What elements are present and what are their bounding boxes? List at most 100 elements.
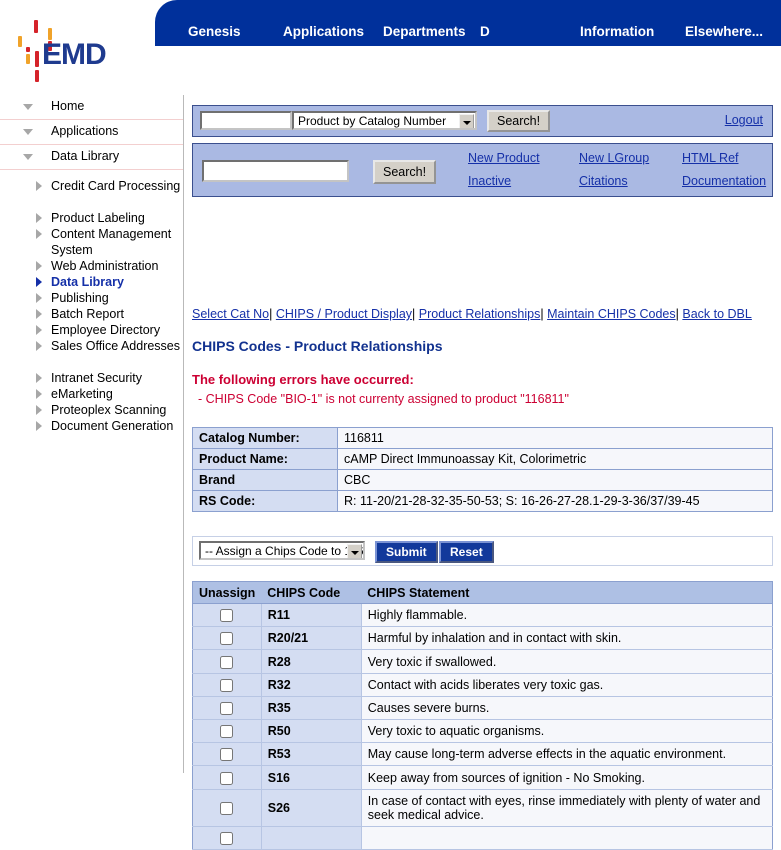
breadcrumb-link-back-to-dbl[interactable]: Back to DBL [682, 307, 751, 321]
emd-logo: EMD [14, 14, 124, 82]
search-input-primary[interactable] [200, 111, 292, 130]
breadcrumb-link-maintain-chips-codes[interactable]: Maintain CHIPS Codes [547, 307, 676, 321]
chevron-right-icon [36, 309, 42, 319]
sidebar-item-publishing[interactable]: Publishing [0, 290, 183, 306]
unassign-cell [192, 603, 262, 628]
unassign-checkbox[interactable] [220, 771, 234, 785]
nav-item-applications[interactable]: Applications [283, 24, 364, 39]
link-new-lgroup[interactable]: New LGroup [579, 151, 649, 165]
table-row: R20/21 Harmful by inhalation and in cont… [192, 626, 773, 651]
unassign-cell [192, 649, 262, 674]
logout-link[interactable]: Logout [725, 113, 763, 127]
reset-button[interactable]: Reset [439, 541, 494, 563]
chevron-down-icon[interactable] [459, 114, 474, 128]
chevron-right-icon [36, 325, 42, 335]
link-html-ref[interactable]: HTML Ref [682, 151, 739, 165]
unassign-checkbox[interactable] [220, 609, 234, 623]
chevron-down-icon[interactable] [347, 544, 362, 558]
info-value: R: 11-20/21-28-32-35-50-53; S: 16-26-27-… [337, 490, 773, 512]
chips-codes-table: Unassign CHIPS Code CHIPS Statement R11 … [192, 581, 773, 850]
table-row: R32 Contact with acids liberates very to… [192, 673, 773, 697]
nav-item-departments[interactable]: Departments [383, 24, 466, 39]
search-input-secondary[interactable] [202, 160, 349, 182]
link-documentation[interactable]: Documentation [682, 174, 766, 188]
table-row: RS Code: R: 11-20/21-28-32-35-50-53; S: … [192, 490, 773, 512]
chevron-down-icon [23, 129, 33, 135]
table-row: Brand CBC [192, 469, 773, 491]
unassign-checkbox[interactable] [220, 678, 234, 692]
sidebar-item-data-library-sub[interactable]: Data Library [0, 274, 183, 290]
table-row: S16 Keep away from sources of ignition -… [192, 765, 773, 790]
chips-statement-cell: May cause long-term adverse effects in t… [361, 742, 773, 767]
nav-item-information[interactable]: Information [580, 24, 654, 39]
nav-item-d[interactable]: D [480, 24, 490, 39]
link-new-product[interactable]: New Product [468, 151, 540, 165]
sidebar-item-data-library[interactable]: Data Library [0, 145, 183, 170]
page-title: CHIPS Codes - Product Relationships [192, 338, 443, 354]
submit-button[interactable]: Submit [375, 541, 438, 563]
sidebar-item-web-administration[interactable]: Web Administration [0, 258, 183, 274]
unassign-cell [192, 789, 262, 827]
sidebar-item-label: Web Administration [51, 259, 159, 273]
unassign-checkbox[interactable] [220, 655, 234, 669]
error-message: - CHIPS Code "BIO-1" is not currenty ass… [198, 392, 569, 406]
sidebar-item-product-labeling[interactable]: Product Labeling [0, 210, 183, 226]
nav-item-genesis[interactable]: Genesis [188, 24, 241, 39]
search-button-primary[interactable]: Search! [487, 110, 551, 132]
sidebar-item-credit-card-processing[interactable]: Credit Card Processing [0, 178, 183, 210]
sidebar-item-label: Publishing [51, 291, 109, 305]
unassign-checkbox[interactable] [220, 748, 234, 762]
unassign-cell [192, 626, 262, 651]
unassign-cell [192, 696, 262, 721]
sidebar-item-document-generation[interactable]: Document Generation [0, 418, 183, 434]
search-button-secondary[interactable]: Search! [373, 160, 437, 184]
info-value: CBC [337, 469, 773, 491]
search-scope-select[interactable]: Product by Catalog Number [292, 111, 477, 130]
top-nav: Genesis Applications Departments D Infor… [155, 0, 781, 46]
chips-code-cell: S26 [261, 789, 362, 827]
sidebar-item-applications[interactable]: Applications [0, 120, 183, 145]
sidebar-item-sales-office-addresses[interactable]: Sales Office Addresses [0, 338, 183, 370]
chevron-right-icon [36, 389, 42, 399]
breadcrumb-separator: | [412, 307, 416, 321]
sidebar-item-proteoplex-scanning[interactable]: Proteoplex Scanning [0, 402, 183, 418]
unassign-checkbox[interactable] [220, 801, 234, 815]
breadcrumb-link-select-cat-no[interactable]: Select Cat No [192, 307, 269, 321]
chevron-right-icon [36, 421, 42, 431]
sidebar-item-batch-report[interactable]: Batch Report [0, 306, 183, 322]
info-value: 116811 [337, 427, 773, 449]
sidebar: Home Applications Data Library Credit Ca… [0, 95, 184, 773]
unassign-cell [192, 742, 262, 767]
sidebar-item-home[interactable]: Home [0, 95, 183, 120]
chevron-right-icon [36, 277, 42, 287]
sidebar-item-employee-directory[interactable]: Employee Directory [0, 322, 183, 338]
table-row: R35 Causes severe burns. [192, 696, 773, 721]
unassign-checkbox[interactable] [220, 831, 234, 845]
chips-code-cell: R53 [261, 742, 362, 767]
search-panel-primary: Product by Catalog Number Search! Logout [192, 105, 773, 137]
info-key: RS Code: [192, 490, 338, 512]
sidebar-item-intranet-security[interactable]: Intranet Security [0, 370, 183, 386]
sidebar-item-emarketing[interactable]: eMarketing [0, 386, 183, 402]
link-inactive[interactable]: Inactive [468, 174, 511, 188]
product-info-table: Catalog Number: 116811 Product Name: cAM… [192, 427, 773, 512]
breadcrumb-separator: | [269, 307, 273, 321]
link-citations[interactable]: Citations [579, 174, 628, 188]
chevron-right-icon [36, 213, 42, 223]
breadcrumb-link-product-relationships[interactable]: Product Relationships [419, 307, 541, 321]
assign-chips-code-select[interactable]: -- Assign a Chips Code to 116811 -- [199, 541, 365, 560]
chips-code-cell: S16 [261, 765, 362, 790]
sidebar-item-content-management-system[interactable]: Content Management System [0, 226, 183, 258]
unassign-checkbox[interactable] [220, 702, 234, 716]
info-value: cAMP Direct Immunoassay Kit, Colorimetri… [337, 448, 773, 470]
unassign-checkbox[interactable] [220, 632, 234, 646]
search-scope-value: Product by Catalog Number [298, 114, 447, 128]
chevron-right-icon [36, 229, 42, 239]
chips-statement-cell: Causes severe burns. [361, 696, 773, 721]
nav-item-elsewhere[interactable]: Elsewhere... [685, 24, 763, 39]
info-key: Product Name: [192, 448, 338, 470]
breadcrumb-link-chips-product-display[interactable]: CHIPS / Product Display [276, 307, 412, 321]
chevron-right-icon [36, 341, 42, 351]
unassign-checkbox[interactable] [220, 725, 234, 739]
